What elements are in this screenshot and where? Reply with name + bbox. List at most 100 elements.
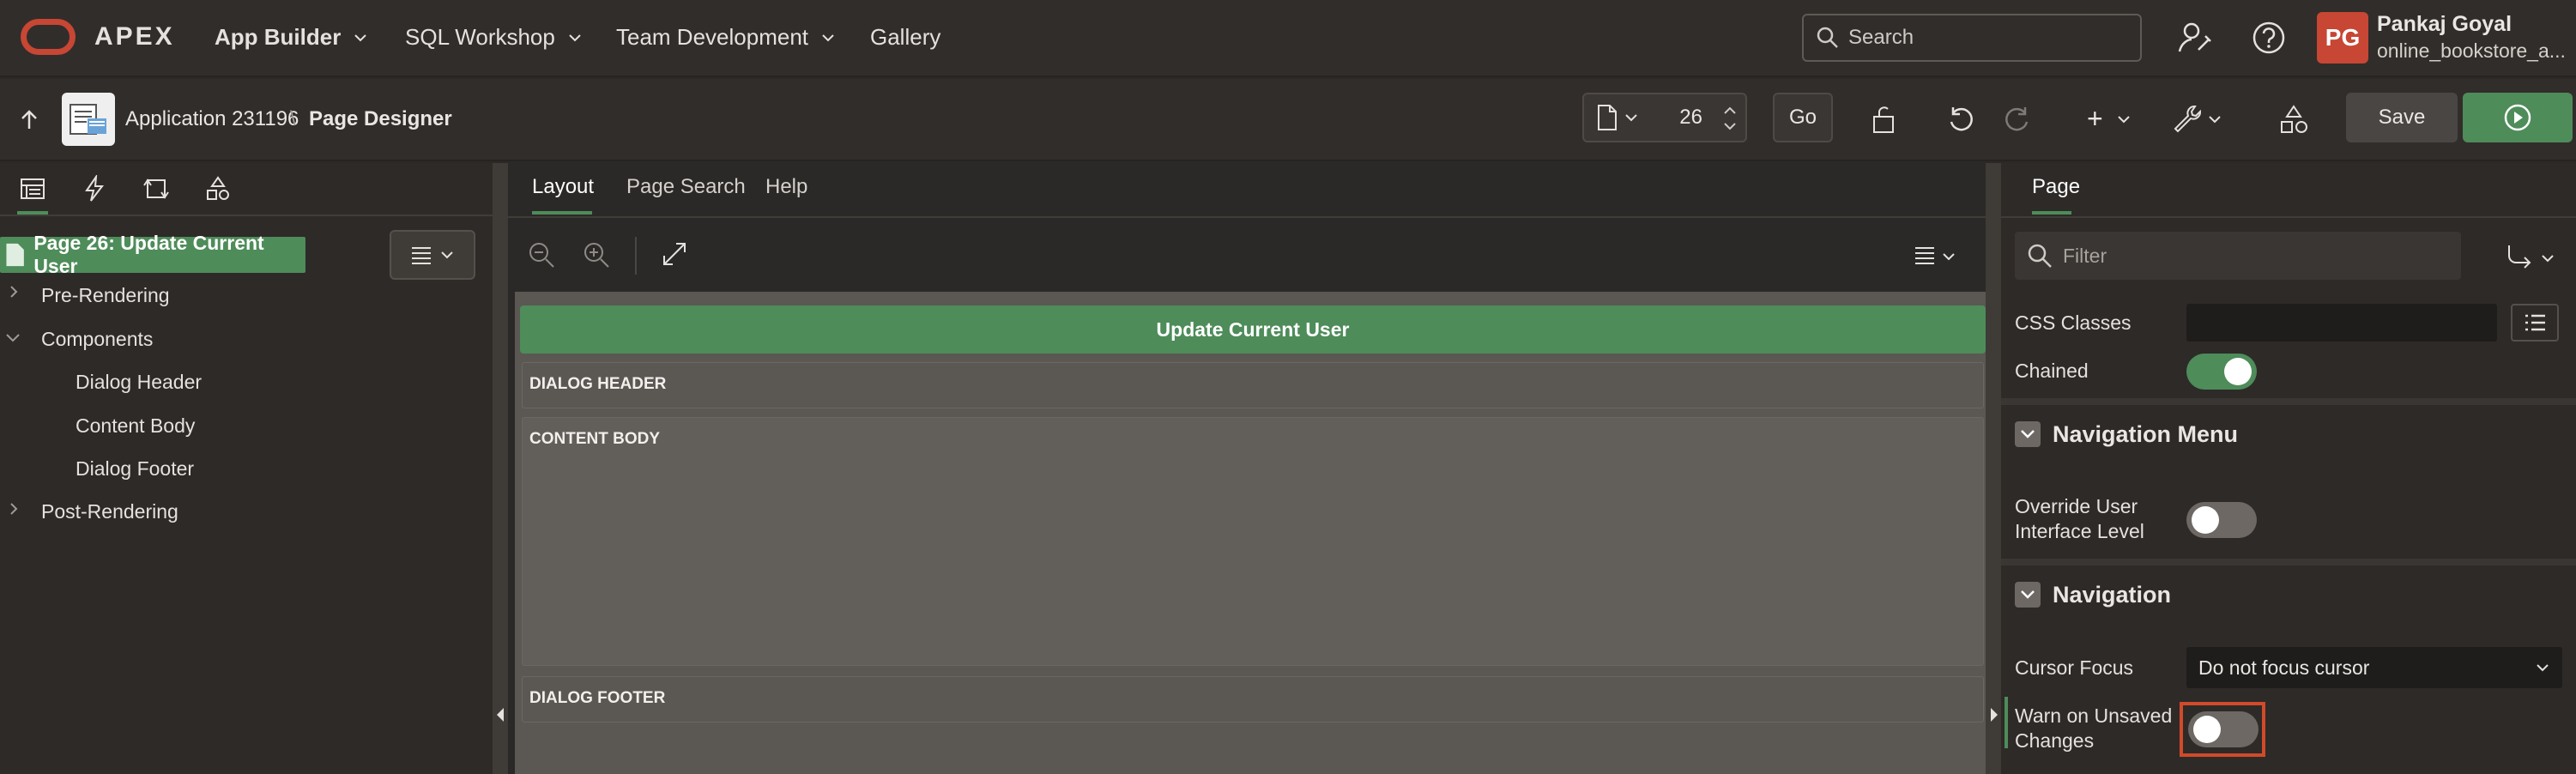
- override-ui-level-label-line2: Interface Level: [2015, 520, 2144, 542]
- chevron-down-icon: [354, 33, 367, 41]
- tree-node-dialog-header[interactable]: Dialog Header: [76, 371, 202, 394]
- undo-icon[interactable]: [1946, 105, 1975, 134]
- zoom-out-icon[interactable]: [527, 240, 556, 269]
- right-splitter[interactable]: [1986, 163, 2001, 774]
- workspace-name: online_bookstore_a...: [2377, 39, 2566, 62]
- application-icon[interactable]: [62, 93, 115, 146]
- avatar[interactable]: PG: [2317, 12, 2368, 63]
- create-menu-button[interactable]: +: [2087, 103, 2103, 135]
- run-button[interactable]: [2463, 93, 2573, 142]
- region-content-body-label: CONTENT BODY: [529, 430, 660, 448]
- menu-lines-icon: [412, 247, 431, 264]
- tab-page[interactable]: Page: [2032, 175, 2080, 199]
- page-number-input[interactable]: 26: [1679, 106, 1702, 130]
- utilities-wrench-icon[interactable]: [2171, 103, 2204, 136]
- tree-node-post-rendering[interactable]: Post-Rendering: [41, 500, 178, 523]
- css-classes-input[interactable]: [2186, 304, 2497, 342]
- nav-sql-workshop[interactable]: SQL Workshop: [405, 24, 583, 51]
- oracle-logo-icon[interactable]: [21, 19, 76, 55]
- zoom-in-icon[interactable]: [582, 240, 611, 269]
- warn-unsaved-label-line2: Changes: [2015, 729, 2095, 752]
- active-tab-indicator: [2032, 211, 2071, 215]
- layout-canvas: Update Current User DIALOG HEADER CONTEN…: [515, 292, 1994, 774]
- region-dialog-footer[interactable]: DIALOG FOOTER: [522, 676, 1984, 723]
- css-classes-picker-button[interactable]: [2511, 304, 2559, 342]
- left-splitter[interactable]: [493, 163, 508, 774]
- collapse-chevron-icon: [2015, 421, 2041, 447]
- nav-gallery[interactable]: Gallery: [870, 24, 940, 51]
- search-icon: [2028, 244, 2052, 268]
- nav-app-builder[interactable]: App Builder: [215, 24, 368, 51]
- page-shared-components-icon[interactable]: [204, 175, 232, 203]
- property-editor-pane: Page Filter CSS Classes Chained Navigati…: [2001, 163, 2576, 774]
- chevron-down-icon[interactable]: [5, 331, 21, 345]
- search-input[interactable]: Search: [1802, 14, 2142, 62]
- tab-help[interactable]: Help: [765, 175, 807, 199]
- section-navigation[interactable]: Navigation: [2001, 559, 2576, 624]
- collapse-right-icon[interactable]: [1989, 707, 1999, 723]
- chevron-right-icon[interactable]: [7, 285, 21, 299]
- warn-unsaved-toggle[interactable]: [2188, 711, 2259, 747]
- go-to-group-icon[interactable]: [2506, 244, 2535, 269]
- search-icon: [1817, 27, 1838, 48]
- chained-toggle[interactable]: [2186, 354, 2257, 390]
- chevron-down-icon: [2209, 116, 2221, 124]
- toolbar-divider: [635, 237, 637, 275]
- tree-node-components[interactable]: Components: [41, 328, 153, 351]
- shared-components-icon[interactable]: [2277, 103, 2310, 136]
- cursor-focus-value: Do not focus cursor: [2198, 656, 2370, 679]
- tree-node-content-body[interactable]: Content Body: [76, 414, 195, 438]
- processing-tab-icon[interactable]: [142, 175, 170, 203]
- dynamic-actions-lightning-icon[interactable]: [81, 175, 108, 203]
- region-content-body[interactable]: CONTENT BODY: [522, 417, 1984, 666]
- nav-app-builder-label: App Builder: [215, 24, 342, 50]
- layout-pane: Layout Page Search Help Update Current U…: [508, 163, 2001, 774]
- page-stepper-icon[interactable]: [1721, 101, 1738, 136]
- collapse-chevron-icon: [2015, 582, 2041, 608]
- warn-unsaved-label: Warn on Unsaved Changes: [2015, 704, 2172, 753]
- tree-menu-button[interactable]: [390, 230, 475, 280]
- tree-node-dialog-footer[interactable]: Dialog Footer: [76, 457, 194, 481]
- page-selector[interactable]: 26: [1582, 93, 1747, 142]
- play-icon: [2504, 104, 2531, 131]
- nav-sql-workshop-label: SQL Workshop: [405, 24, 555, 50]
- nav-team-development[interactable]: Team Development: [616, 24, 836, 51]
- nav-gallery-label: Gallery: [870, 24, 941, 50]
- chevron-down-icon: [2542, 255, 2554, 263]
- collapse-left-icon[interactable]: [495, 707, 505, 723]
- redo-icon[interactable]: [2003, 105, 2032, 134]
- tree-node-page[interactable]: Page 26: Update Current User: [0, 232, 305, 277]
- tab-divider: [2001, 216, 2576, 218]
- chevron-right-icon[interactable]: [7, 502, 21, 516]
- filter-input[interactable]: Filter: [2015, 232, 2461, 280]
- override-ui-level-toggle[interactable]: [2186, 502, 2257, 538]
- go-button[interactable]: Go: [1773, 93, 1833, 142]
- tab-layout[interactable]: Layout: [532, 175, 594, 199]
- active-tab-indicator: [532, 211, 592, 215]
- add-icon: +: [2087, 103, 2103, 134]
- help-icon[interactable]: [2252, 21, 2286, 55]
- tab-page-search[interactable]: Page Search: [626, 175, 746, 199]
- filter-placeholder: Filter: [2063, 244, 2107, 267]
- page-title-bar[interactable]: Update Current User: [520, 305, 1986, 354]
- chevron-down-icon: [441, 251, 453, 259]
- rendering-tab-icon[interactable]: [19, 175, 46, 203]
- breadcrumb-application[interactable]: Application 231196: [125, 107, 299, 131]
- cursor-focus-select[interactable]: Do not focus cursor: [2186, 647, 2562, 688]
- expand-icon[interactable]: [661, 240, 688, 268]
- search-placeholder: Search: [1848, 26, 1914, 49]
- region-dialog-header[interactable]: DIALOG HEADER: [522, 362, 1984, 408]
- top-navigation-bar: APEX App Builder SQL Workshop Team Devel…: [0, 0, 2576, 77]
- user-name[interactable]: Pankaj Goyal: [2377, 12, 2512, 37]
- section-navigation-menu[interactable]: Navigation Menu: [2001, 398, 2576, 463]
- tree-node-pre-rendering[interactable]: Pre-Rendering: [41, 284, 170, 307]
- menu-lines-icon[interactable]: [1914, 245, 1936, 264]
- page-icon: [1598, 105, 1617, 130]
- arrow-up-icon[interactable]: [17, 108, 41, 132]
- lock-page-icon[interactable]: [1869, 105, 1900, 136]
- admin-user-icon[interactable]: [2176, 19, 2214, 57]
- page-icon: [6, 243, 24, 267]
- override-ui-level-label-line1: Override User: [2015, 495, 2138, 517]
- focus-indicator: [2005, 697, 2008, 748]
- save-button[interactable]: Save: [2346, 93, 2458, 142]
